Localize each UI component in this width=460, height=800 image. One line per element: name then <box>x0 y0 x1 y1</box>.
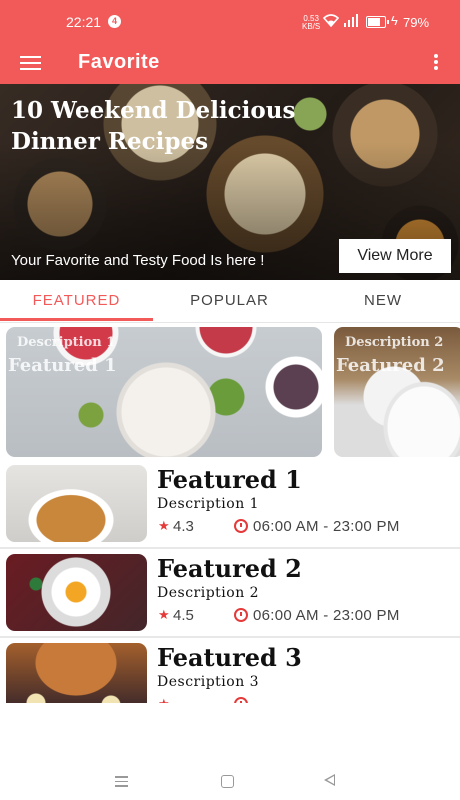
recipe-list: Featured 1 Description 1 ★ 4.3 06:00 AM … <box>0 463 460 703</box>
top-bar: 22:21 4 0.53 KB/S ϟ 79% Favorite <box>0 0 460 84</box>
tab-bar: FEATURED POPULAR NEW <box>0 280 460 323</box>
notification-badge: 4 <box>108 15 121 28</box>
status-time: 22:21 <box>66 14 102 30</box>
featured-card[interactable]: Description 1 Featured 1 <box>6 327 322 457</box>
item-title: Featured 1 <box>157 465 302 494</box>
item-meta: ★ 4.5 06:00 AM - 23:00 PM <box>158 607 458 627</box>
card-title: Featured 1 <box>8 355 117 376</box>
item-description: Description 2 <box>157 585 260 601</box>
hero-title: 10 Weekend Delicious Dinner Recipes <box>11 97 296 155</box>
card-description: Description 1 <box>17 335 116 350</box>
item-hours: 06:00 AM - 23:00 PM <box>253 607 400 624</box>
recipe-thumbnail <box>6 465 147 542</box>
item-description: Description 3 <box>157 674 260 690</box>
card-title: Featured 2 <box>336 355 445 376</box>
tab-featured[interactable]: FEATURED <box>0 280 153 322</box>
clock-icon <box>234 608 248 622</box>
list-item[interactable]: Featured 2 Description 2 ★ 4.5 06:00 AM … <box>0 552 460 638</box>
more-vertical-icon[interactable] <box>428 52 444 76</box>
item-rating: 4.3 <box>173 518 194 535</box>
active-tab-indicator <box>0 318 153 321</box>
hero-subtitle: Your Favorite and Testy Food Is here ! <box>11 252 265 269</box>
back-icon[interactable] <box>324 774 335 786</box>
list-item[interactable]: Featured 3 Description 3 ★ <box>0 641 460 703</box>
home-icon[interactable] <box>221 775 234 788</box>
signal-icon <box>344 14 358 27</box>
wifi-icon <box>323 14 339 27</box>
item-meta: ★ <box>158 696 458 703</box>
star-icon: ★ <box>158 607 170 622</box>
item-title: Featured 3 <box>157 643 302 672</box>
star-icon: ★ <box>158 696 170 703</box>
item-hours: 06:00 AM - 23:00 PM <box>253 518 400 535</box>
item-title: Featured 2 <box>157 554 302 583</box>
battery-icon <box>366 16 389 28</box>
view-more-button[interactable]: View More <box>339 239 451 273</box>
hamburger-menu-icon[interactable] <box>20 56 41 70</box>
clock-icon <box>234 697 248 703</box>
recent-apps-icon[interactable] <box>115 776 128 790</box>
clock-icon <box>234 519 248 533</box>
network-speed: 0.53 KB/S <box>302 14 321 31</box>
recipe-thumbnail <box>6 643 147 703</box>
star-icon: ★ <box>158 518 170 533</box>
recipe-thumbnail <box>6 554 147 631</box>
charging-icon: ϟ <box>391 13 398 28</box>
tab-popular[interactable]: POPULAR <box>153 280 306 322</box>
list-item[interactable]: Featured 1 Description 1 ★ 4.3 06:00 AM … <box>0 463 460 549</box>
featured-card[interactable]: Description 2 Featured 2 <box>334 327 460 457</box>
battery-percent: 79% <box>403 15 430 30</box>
tab-new[interactable]: NEW <box>306 280 460 322</box>
app-bar: Favorite <box>0 44 460 84</box>
status-bar: 22:21 4 0.53 KB/S ϟ 79% <box>0 0 460 44</box>
page-title: Favorite <box>78 51 160 73</box>
system-nav-bar <box>0 760 460 800</box>
card-description: Description 2 <box>345 335 444 350</box>
item-rating: 4.5 <box>173 607 194 624</box>
item-description: Description 1 <box>157 496 260 512</box>
item-meta: ★ 4.3 06:00 AM - 23:00 PM <box>158 518 458 538</box>
